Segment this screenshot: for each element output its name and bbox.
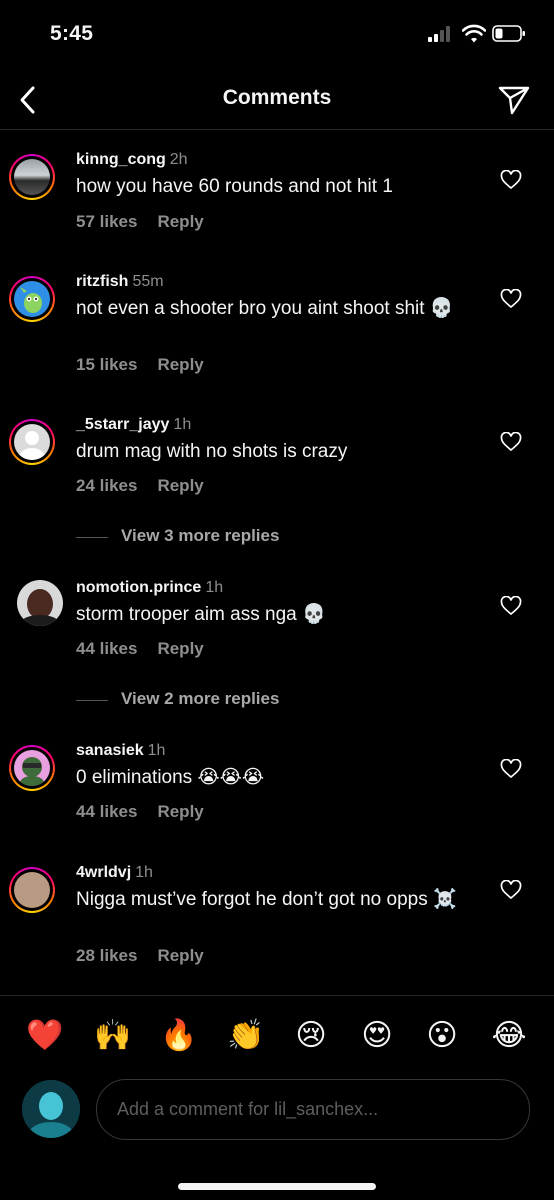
comment-item: nomotion.prince 1h storm trooper aim ass … [0, 578, 554, 668]
user-photo-icon [22, 1080, 80, 1138]
comment-username[interactable]: nomotion.prince [76, 579, 201, 596]
comment-header: nomotion.prince 1h [76, 579, 223, 597]
emoji-heart-eyes-button[interactable]: 😍 [359, 1018, 395, 1054]
comment-text: storm trooper aim ass nga 💀 [76, 604, 326, 625]
comment-username[interactable]: ritzfish [76, 273, 128, 290]
likes-count[interactable]: 24 likes [76, 476, 137, 495]
comment-meta: 24 likes Reply [76, 476, 204, 496]
emoji-fire-button[interactable]: 🔥 [160, 1018, 197, 1054]
reply-button[interactable]: Reply [157, 946, 203, 965]
my-avatar[interactable] [22, 1080, 80, 1138]
battery-icon [492, 25, 525, 42]
emoji-quick-bar: ❤️ 🙌 🔥 👏 😢 😍 😮 😂 [0, 995, 554, 1075]
wifi-icon [462, 24, 486, 43]
comment-item: sanasiek 1h 0 eliminations 😭😭😭 44 likes Re… [0, 741, 554, 831]
emoji-laughing-button[interactable]: 😂 [491, 1018, 527, 1054]
comment-item: _5starr_jayy 1h drum mag with no shots is… [0, 415, 554, 505]
avatar[interactable] [9, 154, 55, 200]
comment-meta: 28 likes Reply [76, 946, 204, 966]
comment-text: Nigga must’ve forgot he don’t got no opp… [76, 889, 457, 910]
comment-item: kinng_cong 2h how you have 60 rounds and … [0, 150, 554, 240]
reply-button[interactable]: Reply [157, 355, 203, 374]
status-time: 5:45 [50, 22, 94, 45]
comment-time: 1h [135, 864, 153, 881]
emoji-raised-hands-button[interactable]: 🙌 [94, 1018, 131, 1054]
heart-icon[interactable] [500, 759, 522, 779]
emoji-clap-button[interactable]: 👏 [227, 1018, 264, 1054]
comment-header: kinng_cong 2h [76, 151, 188, 169]
comment-header: ritzfish 55m [76, 273, 164, 291]
emoji-heart-button[interactable]: ❤️ [26, 1018, 63, 1054]
comment-item: 4wrldvj 1h Nigga must’ve forgot he don’t … [0, 863, 554, 973]
comment-meta: 15 likes Reply [76, 355, 204, 375]
default-avatar-icon [19, 431, 45, 460]
view-more-label: View 3 more replies [121, 526, 280, 545]
comment-text: 0 eliminations 😭😭😭 [76, 767, 265, 788]
likes-count[interactable]: 28 likes [76, 946, 137, 965]
comment-meta: 57 likes Reply [76, 212, 204, 232]
header: Comments [0, 70, 554, 130]
likes-count[interactable]: 44 likes [76, 639, 137, 658]
status-bar: 5:45 [0, 0, 554, 70]
divider [76, 537, 108, 538]
avatar[interactable] [17, 580, 63, 626]
home-indicator[interactable] [178, 1183, 376, 1190]
emoji-crying-button[interactable]: 😢 [293, 1018, 329, 1054]
share-button[interactable] [494, 80, 534, 120]
paper-plane-icon [498, 86, 530, 115]
reply-button[interactable]: Reply [157, 639, 203, 658]
cartoon-avatar-icon [20, 757, 44, 786]
reply-button[interactable]: Reply [157, 212, 203, 231]
heart-icon[interactable] [500, 880, 522, 900]
emoji-surprised-button[interactable]: 😮 [424, 1018, 460, 1054]
view-more-replies-button[interactable]: View 2 more replies [76, 688, 376, 712]
comment-item: ritzfish 55m not even a shooter bro you a… [0, 272, 554, 382]
dragon-avatar-icon [20, 287, 42, 313]
comment-meta: 44 likes Reply [76, 639, 204, 659]
avatar[interactable] [9, 419, 55, 465]
page-title: Comments [222, 86, 332, 109]
comment-input[interactable] [96, 1079, 530, 1140]
comment-header: _5starr_jayy 1h [76, 416, 191, 434]
comment-username[interactable]: kinng_cong [76, 151, 166, 168]
comment-username[interactable]: sanasiek [76, 742, 144, 759]
likes-count[interactable]: 57 likes [76, 212, 137, 231]
comment-text: not even a shooter bro you aint shoot sh… [76, 298, 454, 319]
comment-time: 1h [205, 579, 224, 596]
comment-text: drum mag with no shots is crazy [76, 441, 348, 462]
likes-count[interactable]: 44 likes [76, 802, 137, 821]
comment-header: sanasiek 1h [76, 742, 165, 760]
comment-username[interactable]: 4wrldvj [76, 864, 131, 881]
avatar[interactable] [9, 867, 55, 913]
user-photo-icon [17, 580, 63, 626]
reply-button[interactable]: Reply [157, 476, 203, 495]
comment-time: 1h [173, 416, 192, 433]
heart-icon[interactable] [500, 596, 522, 616]
view-more-replies-button[interactable]: View 3 more replies [76, 525, 376, 549]
comment-time: 2h [169, 151, 188, 168]
comment-time: 55m [132, 273, 164, 290]
cellular-signal-icon [428, 26, 454, 42]
comment-username[interactable]: _5starr_jayy [76, 416, 169, 433]
heart-icon[interactable] [500, 289, 522, 309]
heart-icon[interactable] [500, 170, 522, 190]
comment-time: 1h [147, 742, 166, 759]
avatar[interactable] [9, 745, 55, 791]
view-more-label: View 2 more replies [121, 689, 280, 708]
heart-icon[interactable] [500, 432, 522, 452]
likes-count[interactable]: 15 likes [76, 355, 137, 374]
comment-meta: 44 likes Reply [76, 802, 204, 822]
divider [76, 700, 108, 701]
comment-header: 4wrldvj 1h [76, 864, 153, 882]
avatar[interactable] [9, 276, 55, 322]
comment-text: how you have 60 rounds and not hit 1 [76, 176, 393, 197]
reply-button[interactable]: Reply [157, 802, 203, 821]
